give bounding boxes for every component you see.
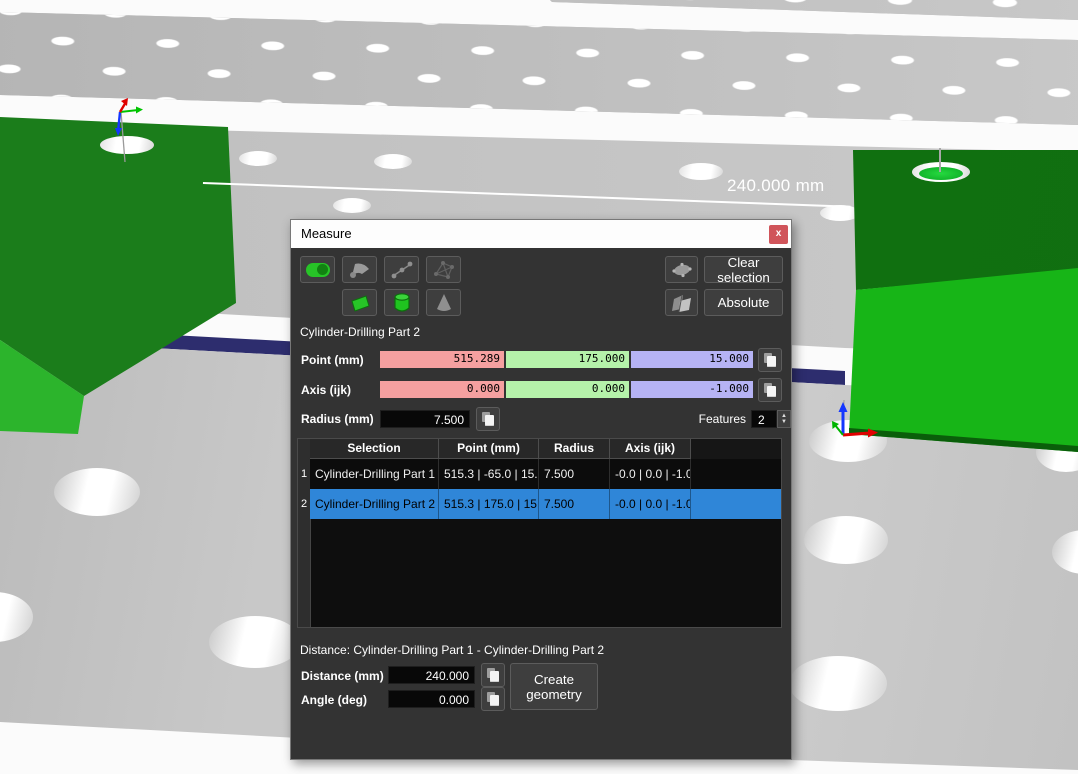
cell-selection[interactable]: Cylinder-Drilling Part 2: [310, 489, 439, 519]
header-radius[interactable]: Radius (mm): [539, 439, 610, 459]
table-hole: [333, 198, 371, 213]
distance-summary: Distance: Cylinder-Drilling Part 1 - Cyl…: [300, 643, 604, 657]
features-spinner[interactable]: ▲ ▼: [777, 410, 791, 428]
row1-number: 1: [298, 459, 310, 489]
distance-field[interactable]: 240.000: [388, 666, 475, 684]
table-hole: [679, 163, 723, 180]
header-axis[interactable]: Axis (ijk): [610, 439, 691, 459]
current-selection-label: Cylinder-Drilling Part 2: [300, 325, 420, 339]
cone-tool-button[interactable]: [426, 289, 461, 316]
copy-axis-button[interactable]: [758, 378, 782, 402]
copy-icon: [482, 412, 495, 426]
polyline-tool-button[interactable]: [384, 256, 419, 283]
cylinder-tool-button[interactable]: [384, 289, 419, 316]
cell-point[interactable]: 515.3 | 175.0 | 15.0: [439, 489, 539, 519]
point-label: Point (mm): [301, 353, 364, 367]
viewport-3d[interactable]: 240.000 mm Measure x: [0, 0, 1078, 774]
polyline-icon: [390, 260, 414, 280]
dialog-title: Measure: [301, 226, 352, 241]
distance-label: Distance (mm): [301, 669, 384, 683]
cell-radius[interactable]: 7.500: [539, 489, 610, 519]
copy-distance-button[interactable]: [481, 663, 505, 687]
header-point[interactable]: Point (mm): [439, 439, 539, 459]
part2-pin: [939, 148, 941, 172]
copy-icon: [764, 383, 777, 397]
spin-down-icon[interactable]: ▼: [778, 418, 790, 426]
header-selection[interactable]: Selection: [310, 439, 439, 459]
plane-icon: [348, 293, 372, 313]
cone-icon: [432, 292, 456, 314]
angle-field[interactable]: 0.000: [388, 690, 475, 708]
sector-tool-button[interactable]: [342, 256, 377, 283]
planes-button[interactable]: [665, 289, 698, 316]
axis-triad-part2-icon: [822, 392, 886, 444]
create-geometry-button[interactable]: Create geometry: [510, 663, 598, 710]
measure-dialog: Measure x: [290, 219, 792, 760]
radius-field[interactable]: 7.500: [380, 410, 470, 428]
selection-table: Selection Point (mm) Radius (mm) Axis (i…: [297, 438, 782, 628]
fit-ellipse-button[interactable]: [665, 256, 698, 283]
copy-icon: [487, 692, 500, 706]
axis-triad-part1-icon: [100, 90, 170, 175]
cell-radius[interactable]: 7.500: [539, 459, 610, 489]
sector-icon: [348, 260, 372, 280]
copy-icon: [487, 668, 500, 682]
axis-i-field[interactable]: 0.000: [380, 381, 504, 398]
row2-number: 2: [298, 489, 310, 519]
angle-label: Angle (deg): [301, 693, 367, 707]
fit-ellipse-icon: [670, 261, 694, 279]
cell-axis[interactable]: -0.0 | 0.0 | -1.0: [610, 459, 691, 489]
table-bore: [804, 516, 888, 564]
table-bore: [54, 468, 140, 516]
table-bore: [789, 656, 887, 711]
table-row-part2-selected[interactable]: Cylinder-Drilling Part 2 515.3 | 175.0 |…: [310, 489, 781, 519]
planes-icon: [670, 293, 694, 313]
table-hole: [374, 154, 412, 169]
absolute-button[interactable]: Absolute: [704, 289, 783, 316]
table-row-part1[interactable]: Cylinder-Drilling Part 1 515.3 | -65.0 |…: [310, 459, 781, 489]
axis-label: Axis (ijk): [301, 383, 351, 397]
cell-axis[interactable]: -0.0 | 0.0 | -1.0: [610, 489, 691, 519]
radius-label: Radius (mm): [301, 412, 374, 426]
clear-selection-button[interactable]: Clear selection: [704, 256, 783, 283]
measure-toggle-button[interactable]: [300, 256, 335, 283]
mesh-tool-button[interactable]: [426, 256, 461, 283]
point-x-field[interactable]: 515.289: [380, 351, 504, 368]
copy-radius-button[interactable]: [476, 407, 500, 431]
features-value[interactable]: 2: [751, 410, 777, 428]
axis-k-field[interactable]: -1.000: [631, 381, 753, 398]
copy-point-button[interactable]: [758, 348, 782, 372]
plane-tool-button[interactable]: [342, 289, 377, 316]
mesh-icon: [432, 260, 456, 280]
table-bore: [209, 616, 301, 668]
measurement-label: 240.000 mm: [727, 176, 825, 196]
table-hole: [239, 151, 277, 166]
cylinder-icon: [390, 292, 414, 314]
dialog-titlebar[interactable]: Measure x: [291, 220, 791, 248]
features-label: Features: [691, 412, 746, 426]
toggle-on-icon: [306, 263, 330, 277]
copy-angle-button[interactable]: [481, 687, 505, 711]
part2-drilling-hole-selected[interactable]: [919, 167, 963, 180]
cell-point[interactable]: 515.3 | -65.0 | 15.0: [439, 459, 539, 489]
axis-j-field[interactable]: 0.000: [506, 381, 629, 398]
point-z-field[interactable]: 15.000: [631, 351, 753, 368]
point-y-field[interactable]: 175.000: [506, 351, 629, 368]
close-button[interactable]: x: [769, 225, 788, 244]
table-header-row: Selection Point (mm) Radius (mm) Axis (i…: [310, 439, 781, 459]
cell-selection[interactable]: Cylinder-Drilling Part 1: [310, 459, 439, 489]
copy-icon: [764, 353, 777, 367]
